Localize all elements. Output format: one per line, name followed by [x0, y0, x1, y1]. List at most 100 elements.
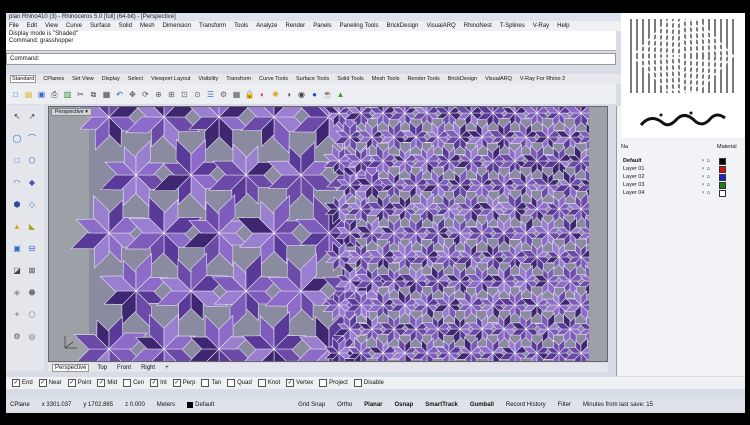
menu-item[interactable]: Dimension [163, 23, 191, 29]
tool-icon[interactable]: ⚙ [11, 331, 23, 343]
checkbox[interactable] [319, 379, 328, 387]
menu-item[interactable]: Help [557, 23, 569, 29]
toolbar-tab[interactable]: Curve Tools [258, 76, 289, 82]
menu-item[interactable]: Paneling Tools [340, 23, 379, 29]
toolbar-tab[interactable]: V-Ray For Rhino 2 [519, 76, 566, 82]
lock-icon[interactable]: 🔒 [244, 89, 255, 100]
menu-item[interactable]: Surface [90, 23, 111, 29]
toolbar-tab[interactable]: BrickDesign [447, 76, 478, 82]
viewport-tab[interactable]: + [163, 365, 171, 371]
planar-toggle[interactable]: Planar [364, 402, 382, 408]
visibility-icon[interactable]: ♀ ⌂ [701, 158, 710, 165]
osnap-option[interactable]: Cen [123, 379, 144, 387]
teapot-icon[interactable]: ☕ [322, 89, 333, 100]
viewport-tab[interactable]: Perspective [52, 363, 90, 372]
osnap-toggle[interactable]: Osnap [395, 402, 414, 408]
osnap-option[interactable]: Project [319, 379, 348, 387]
osnap-option[interactable]: ✓ Point [67, 379, 91, 387]
undo-icon[interactable]: ↶ [114, 89, 125, 100]
zoom-icon[interactable]: ⊕ [153, 89, 164, 100]
menu-item[interactable]: Transform [199, 23, 226, 29]
grid-icon[interactable]: ▦ [231, 89, 242, 100]
paste-icon[interactable]: ▦ [101, 89, 112, 100]
save-icon[interactable]: ▣ [36, 89, 47, 100]
toolbar-tab[interactable]: VisualARQ [484, 76, 513, 82]
tool-icon[interactable]: ◯ [11, 133, 23, 145]
status-layer[interactable]: Default [187, 402, 226, 408]
zoom-extents-icon[interactable]: ⊡ [179, 89, 190, 100]
import-icon[interactable]: ▥ [62, 89, 73, 100]
filter-toggle[interactable]: Filter [558, 402, 571, 408]
cut-icon[interactable]: ✂ [75, 89, 86, 100]
checkbox[interactable] [123, 379, 132, 387]
visibility-icon[interactable]: ♀ ⌂ [701, 182, 710, 189]
tool-icon[interactable]: ◪ [11, 265, 23, 277]
tool-icon[interactable]: ✦ [11, 309, 23, 321]
osnap-option[interactable]: ✓ Vertex [286, 379, 313, 387]
viewport-tab[interactable]: Top [95, 365, 109, 371]
toolbar-tab[interactable]: Select [127, 76, 144, 82]
osnap-option[interactable]: ✓ Perp [172, 379, 195, 387]
tool-icon[interactable]: ↗ [26, 111, 38, 123]
layer-row[interactable]: Layer 04 ♀ ⌂ [623, 190, 738, 197]
toolbar-tab[interactable]: Solid Tools [336, 76, 365, 82]
viewport-title[interactable]: Perspective ▾ [51, 108, 93, 116]
menu-item[interactable]: File [9, 23, 19, 29]
menu-item[interactable]: Render [286, 23, 306, 29]
perspective-viewport[interactable]: Perspective ▾ [48, 106, 608, 362]
layer-color-swatch[interactable] [719, 158, 726, 165]
menu-item[interactable]: VisualARQ [426, 23, 455, 29]
menu-item[interactable]: Analyze [256, 23, 277, 29]
menu-item[interactable]: Tools [234, 23, 248, 29]
layer-row[interactable]: Layer 02 ♀ ⌂ [623, 174, 738, 181]
viewport-tab[interactable]: Right [139, 365, 157, 371]
checkbox[interactable] [257, 379, 266, 387]
toolbar-tab[interactable]: Render Tools [406, 76, 440, 82]
tool-icon[interactable]: ◎ [26, 331, 38, 343]
layer-color-swatch[interactable] [719, 190, 726, 197]
menu-item[interactable]: Curve [66, 23, 82, 29]
layers-icon[interactable]: ☰ [205, 89, 216, 100]
zoom-selected-icon[interactable]: ⊙ [192, 89, 203, 100]
open-icon[interactable]: ▤ [23, 89, 34, 100]
menu-item[interactable]: V-Ray [533, 23, 549, 29]
tool-icon[interactable]: ◣ [26, 221, 38, 233]
print-icon[interactable]: ⎙ [49, 89, 60, 100]
toolbar-tab[interactable]: Viewport Layout [150, 76, 191, 82]
menu-item[interactable]: T-Splines [500, 23, 525, 29]
checkbox[interactable]: ✓ [286, 379, 295, 387]
tool-icon[interactable]: ◠ [11, 177, 23, 189]
tool-icon[interactable]: □ [11, 155, 23, 167]
zoom-window-icon[interactable]: ⊞ [166, 89, 177, 100]
tool-icon[interactable]: ◇ [26, 199, 38, 211]
osnap-option[interactable]: Quad [227, 379, 252, 387]
layer-row[interactable]: Layer 03 ♀ ⌂ [623, 182, 738, 189]
toolbar-tab[interactable]: Standard [10, 75, 37, 83]
menu-item[interactable]: Panels [313, 23, 331, 29]
toolbar-tab[interactable]: CPlanes [42, 76, 65, 82]
visibility-icon[interactable]: ♀ ⌂ [701, 174, 710, 181]
toolbar-tab[interactable]: Mesh Tools [371, 76, 401, 82]
pan-icon[interactable]: ✥ [127, 89, 138, 100]
tool-icon[interactable]: ▣ [11, 243, 23, 255]
tool-icon[interactable]: ◈ [11, 287, 23, 299]
osnap-option[interactable]: ✓ Mid [97, 379, 117, 387]
gumball-toggle[interactable]: Gumball [470, 402, 494, 408]
toolbar-tab[interactable]: Transform [225, 76, 252, 82]
osnap-option[interactable]: Disable [353, 379, 384, 387]
grid-snap-toggle[interactable]: Grid Snap [298, 402, 325, 408]
command-input[interactable]: Command: [6, 53, 616, 65]
osnap-option[interactable]: ✓ End [12, 379, 33, 387]
tool-icon[interactable]: ⬣ [26, 287, 38, 299]
osnap-option[interactable]: Tan [201, 379, 221, 387]
checkbox[interactable]: ✓ [67, 379, 76, 387]
material-icon[interactable]: ◉ [296, 89, 307, 100]
checkbox[interactable]: ✓ [172, 379, 181, 387]
toolbar-tab[interactable]: Surface Tools [295, 76, 330, 82]
checkbox[interactable] [227, 379, 236, 387]
tool-icon[interactable]: ⌒ [26, 133, 38, 145]
toolbar-tab[interactable]: Visibility [197, 76, 219, 82]
layer-row[interactable]: Layer 01 ♀ ⌂ [623, 166, 738, 173]
light-icon[interactable]: ✺ [270, 89, 281, 100]
properties-icon[interactable]: ⚙ [218, 89, 229, 100]
